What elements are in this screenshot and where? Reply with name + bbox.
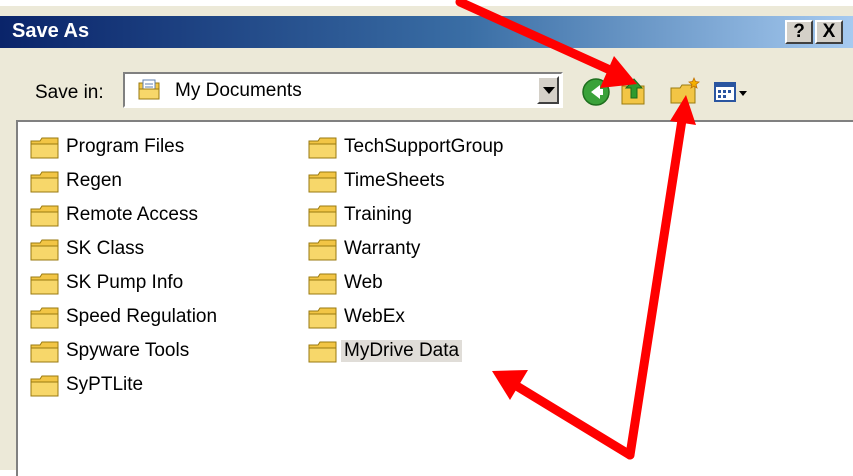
folder-icon [308, 307, 337, 329]
folder-icon [30, 375, 59, 397]
folder-icon [30, 341, 59, 363]
save-in-value: My Documents [175, 80, 302, 101]
folder-icon [30, 239, 59, 261]
folder-name: Web [344, 272, 383, 293]
folder-name: Program Files [66, 136, 185, 157]
save-in-label: Save in: [35, 82, 104, 103]
folder-name: Regen [66, 170, 122, 191]
folder-name: Speed Regulation [66, 306, 218, 327]
folder-icon [30, 205, 59, 227]
folder-name: Training [344, 204, 412, 225]
up-folder-icon[interactable] [618, 76, 650, 108]
folder-name: Remote Access [66, 204, 198, 225]
folder-name: TimeSheets [344, 170, 445, 191]
save-as-dialog: Save As ? X Save in: My Documents Progra… [0, 6, 853, 476]
folder-icon [308, 273, 337, 295]
back-icon[interactable] [580, 76, 612, 108]
folder-name: TechSupportGroup [344, 136, 504, 157]
folder-icon [30, 137, 59, 159]
folder-name: SyPTLite [66, 374, 144, 395]
file-list[interactable]: Program Files Regen Remote Access SK Cla… [16, 120, 853, 476]
folder-name: MyDrive Data [341, 340, 463, 362]
folder-name: WebEx [344, 306, 405, 327]
folder-name: SK Class [66, 238, 145, 259]
view-menu-icon[interactable] [712, 76, 754, 108]
combobox-dropdown-button[interactable] [537, 76, 559, 104]
folder-icon [308, 137, 337, 159]
folder-icon [30, 273, 59, 295]
folder-name: SK Pump Info [66, 272, 184, 293]
folder-icon [308, 171, 337, 193]
folder-icon [308, 239, 337, 261]
close-button[interactable]: X [815, 20, 843, 44]
help-button[interactable]: ? [785, 20, 813, 44]
save-in-combobox[interactable]: My Documents [123, 72, 563, 108]
folder-icon [308, 205, 337, 227]
folder-icon [30, 171, 59, 193]
my-documents-icon [138, 79, 160, 100]
new-folder-icon[interactable] [668, 76, 700, 108]
dialog-title: Save As [12, 20, 90, 42]
folder-icon [308, 341, 337, 363]
folder-icon [30, 307, 59, 329]
title-bar[interactable]: Save As ? X [0, 16, 853, 48]
folder-name: Spyware Tools [66, 340, 190, 361]
folder-name: Warranty [344, 238, 421, 259]
